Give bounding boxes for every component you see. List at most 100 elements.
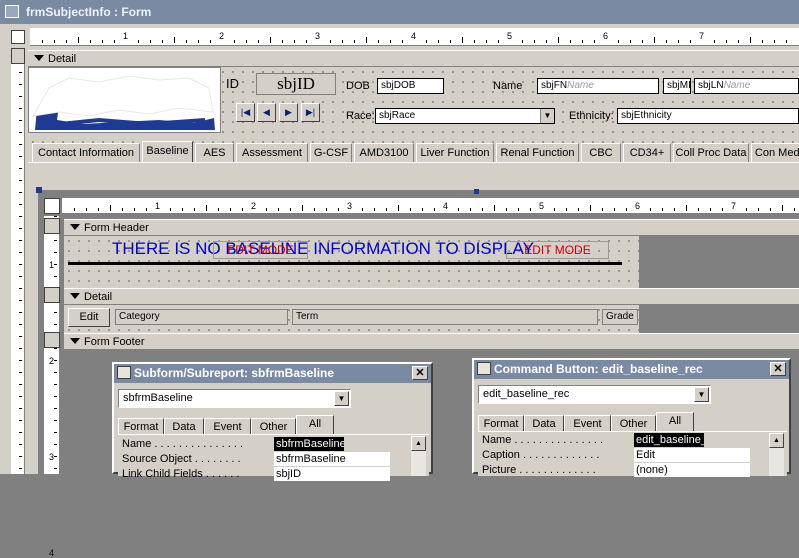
- ethnicity-field[interactable]: sbjEthnicity: [617, 108, 799, 124]
- property-name: Picture . . . . . . . . . . . . .: [482, 464, 596, 476]
- object-combo[interactable]: edit_baseline_rec ▼: [478, 385, 711, 404]
- subform-properties-dialog[interactable]: Subform/Subreport: sbfrmBaseline ✕ sbfrm…: [112, 362, 433, 481]
- ruler-tick: [654, 37, 655, 43]
- first-name-value: sbjFN: [541, 80, 568, 91]
- property-value[interactable]: sbfrmBaseline: [274, 437, 344, 451]
- ruler-number: 6: [635, 201, 641, 211]
- resize-handle[interactable]: [474, 189, 479, 194]
- category-field[interactable]: Category: [115, 309, 288, 325]
- scroll-up-icon[interactable]: ▲: [411, 436, 426, 451]
- race-combo[interactable]: sbjRace ▼: [375, 108, 555, 124]
- ruler-tick: [19, 252, 22, 253]
- ruler-tick: [758, 208, 759, 211]
- tab-liver-function[interactable]: Liver Function: [416, 143, 494, 162]
- next-record-button[interactable]: ▶: [279, 103, 298, 122]
- ruler-tick: [170, 208, 171, 211]
- header-divider-line: [68, 262, 622, 265]
- property-tab-all[interactable]: All: [296, 415, 334, 436]
- ruler-number: 7: [731, 201, 737, 211]
- ruler-tick: [134, 208, 135, 211]
- section-selector[interactable]: [44, 332, 60, 348]
- ruler-tick: [230, 208, 231, 211]
- vertical-ruler[interactable]: [11, 48, 25, 474]
- ruler-tick: [786, 40, 787, 43]
- property-value[interactable]: sbfrmBaseline: [274, 452, 390, 466]
- ruler-tick: [482, 208, 483, 211]
- tab-renal-function[interactable]: Renal Function: [496, 143, 579, 162]
- ruler-tick: [19, 288, 22, 289]
- section-selector[interactable]: [11, 48, 25, 64]
- first-name-field[interactable]: sbjFNName: [537, 78, 659, 94]
- form-header-bar[interactable]: Form Header: [64, 219, 799, 236]
- last-record-button[interactable]: ▶|: [301, 103, 320, 122]
- dob-field[interactable]: sbjDOB: [377, 78, 444, 94]
- ruler-tick: [738, 40, 739, 43]
- property-value[interactable]: Edit: [634, 448, 750, 462]
- tab-amd3100[interactable]: AMD3100: [354, 143, 414, 162]
- next-record-icon: ▶: [285, 107, 292, 117]
- ruler-tick: [290, 208, 291, 211]
- tab-cbc[interactable]: CBC: [581, 143, 621, 162]
- dialog-title-bar[interactable]: Subform/Subreport: sbfrmBaseline ✕: [114, 364, 431, 383]
- property-tab-all[interactable]: All: [656, 412, 694, 433]
- command-button-properties-dialog[interactable]: Command Button: edit_baseline_rec ✕ edit…: [472, 358, 791, 477]
- chevron-down-icon[interactable]: ▼: [334, 391, 349, 406]
- ruler-tick: [54, 384, 57, 385]
- form-footer-bar[interactable]: Form Footer: [64, 333, 799, 350]
- tab-aes[interactable]: AES: [195, 143, 234, 162]
- ruler-number: 6: [603, 31, 609, 41]
- first-record-button[interactable]: |◀: [236, 103, 255, 122]
- race-dropdown-icon[interactable]: ▼: [540, 109, 554, 123]
- previous-record-button[interactable]: ◀: [257, 103, 276, 122]
- ruler-tick: [19, 72, 22, 73]
- property-value[interactable]: sbjID: [274, 467, 390, 481]
- section-selector[interactable]: [44, 287, 60, 303]
- ruler-tick: [90, 40, 91, 43]
- resize-handle[interactable]: [36, 187, 42, 193]
- detail-section-bar[interactable]: Detail: [28, 50, 799, 67]
- form-selector[interactable]: [11, 30, 25, 44]
- grade-field[interactable]: Grade: [602, 309, 638, 325]
- object-combo[interactable]: sbfrmBaseline ▼: [118, 389, 351, 408]
- tab-assessment[interactable]: Assessment: [236, 143, 308, 162]
- ruler-tick: [162, 40, 163, 43]
- edit-mode-label-right[interactable]: EDIT MODE: [506, 241, 609, 259]
- tab-baseline[interactable]: Baseline: [142, 141, 193, 162]
- scroll-up-icon[interactable]: ▲: [769, 433, 784, 448]
- property-value[interactable]: (none): [634, 463, 750, 477]
- ruler-tick: [19, 432, 22, 433]
- term-field[interactable]: Term: [292, 309, 598, 325]
- last-name-field[interactable]: sbjLNName: [694, 78, 799, 94]
- chevron-down-icon[interactable]: ▼: [694, 387, 709, 402]
- tab-contact-information[interactable]: Contact Information: [32, 143, 140, 162]
- section-selector[interactable]: [44, 218, 60, 234]
- ruler-tick: [54, 264, 57, 265]
- ruler-number: 4: [443, 201, 449, 211]
- tab-g-csf[interactable]: G-CSF: [310, 143, 352, 162]
- ruler-tick: [138, 40, 139, 43]
- property-value[interactable]: edit_baseline_rec: [634, 433, 704, 447]
- id-field[interactable]: sbjID: [256, 73, 336, 95]
- edit-button[interactable]: Edit: [68, 308, 110, 327]
- close-icon[interactable]: ✕: [412, 366, 428, 380]
- ruler-number: 1: [49, 260, 55, 270]
- properties-scrollbar[interactable]: ▲: [769, 433, 784, 476]
- edit-mode-label-left[interactable]: EDIT MODE: [213, 241, 308, 259]
- ruler-tick: [662, 208, 663, 211]
- subform-selector[interactable]: [44, 198, 60, 214]
- window-title-bar[interactable]: frmSubjectInfo : Form: [0, 0, 799, 24]
- subform-horizontal-ruler[interactable]: 1 2 3 4 5 6 7: [62, 198, 799, 214]
- ruler-tick: [326, 208, 327, 211]
- horizontal-ruler[interactable]: 1 2 3 4 5 6 7: [30, 28, 799, 46]
- middle-initial-field[interactable]: sbjMI: [663, 78, 691, 94]
- dialog-title-bar[interactable]: Command Button: edit_baseline_rec ✕: [474, 360, 789, 379]
- tab-coll-proc-data[interactable]: Coll Proc Data: [673, 143, 749, 162]
- logo-graphic-icon: [32, 75, 215, 130]
- section-arrow-icon: [70, 293, 80, 299]
- close-icon[interactable]: ✕: [770, 362, 786, 376]
- tab-con-meds[interactable]: Con Meds: [751, 143, 799, 162]
- properties-scrollbar[interactable]: ▲: [411, 436, 426, 476]
- subform-detail-bar[interactable]: Detail: [64, 288, 799, 305]
- tab-cd34-[interactable]: CD34+: [623, 143, 671, 162]
- ruler-tick: [710, 208, 711, 211]
